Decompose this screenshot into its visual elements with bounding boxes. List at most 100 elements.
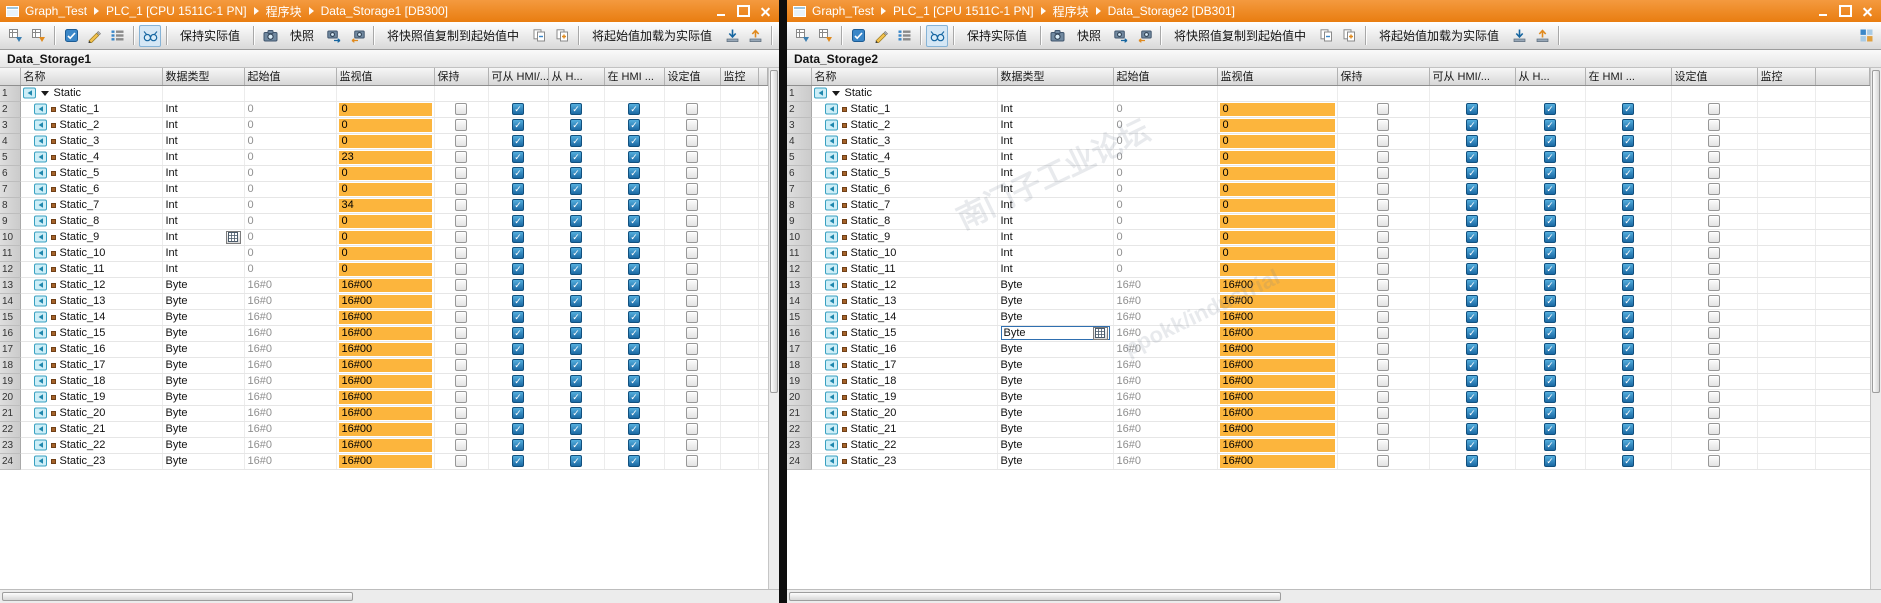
checkbox-writable-from-hmi[interactable]	[570, 359, 582, 372]
start-value-cell[interactable]: 16#0	[244, 277, 337, 294]
checkbox-cell-writable-from-hmi[interactable]	[548, 245, 605, 262]
checkbox-accessible-from-hmi[interactable]	[1466, 151, 1478, 164]
checkbox-cell-setpoint[interactable]	[1671, 101, 1758, 118]
supervision-cell[interactable]	[720, 277, 759, 294]
row-number[interactable]: 16	[787, 325, 812, 342]
data-type-cell[interactable]: Int	[997, 133, 1114, 150]
checkbox-visible-in-hmi[interactable]	[1622, 407, 1634, 420]
data-type-combobox[interactable]: Byte	[1000, 326, 1110, 340]
checkbox-cell-visible-in-hmi[interactable]	[1585, 405, 1672, 422]
checkbox-writable-from-hmi[interactable]	[570, 295, 582, 308]
checkbox-cell-setpoint[interactable]	[664, 85, 721, 102]
checkbox-writable-from-hmi[interactable]	[1544, 359, 1556, 372]
monitor-value-cell[interactable]: 0	[336, 117, 435, 134]
checkbox-cell-accessible-from-hmi[interactable]	[1429, 181, 1516, 198]
name-cell[interactable]: Static_15	[20, 325, 163, 342]
monitor-value-cell[interactable]: 16#00	[1217, 309, 1338, 326]
monitor-value-cell[interactable]: 16#00	[336, 405, 435, 422]
checkbox-cell-writable-from-hmi[interactable]	[548, 421, 605, 438]
detail-view-icon[interactable]	[1855, 25, 1877, 47]
checkbox-cell-setpoint[interactable]	[1671, 181, 1758, 198]
checkbox-visible-in-hmi[interactable]	[1622, 311, 1634, 324]
checkbox-cell-retain[interactable]	[434, 133, 489, 150]
supervision-cell[interactable]	[720, 149, 759, 166]
checkbox-cell-retain[interactable]	[1337, 293, 1430, 310]
start-value-cell[interactable]: 16#0	[1113, 421, 1218, 438]
data-type-cell[interactable]: Int	[997, 197, 1114, 214]
breadcrumb-item[interactable]: 程序块	[266, 3, 302, 20]
checkbox-cell-visible-in-hmi[interactable]	[1585, 229, 1672, 246]
checkbox-cell-retain[interactable]	[434, 277, 489, 294]
checkbox-cell-writable-from-hmi[interactable]	[1515, 213, 1586, 230]
supervision-cell[interactable]	[720, 85, 759, 102]
checkbox-retain[interactable]	[1377, 407, 1389, 420]
checkbox-cell-accessible-from-hmi[interactable]	[1429, 389, 1516, 406]
checkbox-cell-retain[interactable]	[1337, 261, 1430, 278]
checkbox-setpoint[interactable]	[1708, 375, 1720, 388]
checkbox-cell-visible-in-hmi[interactable]	[604, 357, 665, 374]
checkbox-cell-visible-in-hmi[interactable]	[604, 117, 665, 134]
name-cell[interactable]: Static_7	[20, 197, 163, 214]
checkbox-setpoint[interactable]	[686, 439, 698, 452]
checkbox-cell-accessible-from-hmi[interactable]	[488, 117, 549, 134]
checkbox-cell-retain[interactable]	[434, 373, 489, 390]
column-header-setpoint[interactable]: 设定值	[664, 68, 721, 86]
checkbox-cell-retain[interactable]	[1337, 165, 1430, 182]
row-number[interactable]: 17	[0, 341, 21, 358]
column-header-name[interactable]: 名称	[20, 68, 163, 86]
checkbox-cell-setpoint[interactable]	[1671, 437, 1758, 454]
name-cell[interactable]: Static_9	[20, 229, 163, 246]
checkbox-retain[interactable]	[1377, 183, 1389, 196]
checkbox-cell-writable-from-hmi[interactable]	[1515, 373, 1586, 390]
checkbox-cell-setpoint[interactable]	[1671, 373, 1758, 390]
copy-setpoints-icon[interactable]	[551, 25, 573, 47]
checkbox-cell-retain[interactable]	[1337, 357, 1430, 374]
checkbox-cell-visible-in-hmi[interactable]	[604, 133, 665, 150]
start-value-cell[interactable]: 16#0	[244, 341, 337, 358]
monitor-value-cell[interactable]: 0	[1217, 133, 1338, 150]
checkbox-cell-writable-from-hmi[interactable]	[548, 277, 605, 294]
supervision-cell[interactable]	[720, 117, 759, 134]
checkbox-cell-writable-from-hmi[interactable]	[1515, 261, 1586, 278]
checkbox-retain[interactable]	[455, 359, 467, 372]
checkbox-cell-retain[interactable]	[434, 101, 489, 118]
checkbox-cell-writable-from-hmi[interactable]	[1515, 277, 1586, 294]
checkbox-cell-setpoint[interactable]	[1671, 405, 1758, 422]
name-cell[interactable]: Static_1	[20, 101, 163, 118]
checkbox-cell-writable-from-hmi[interactable]	[1515, 325, 1586, 342]
checkbox-cell-setpoint[interactable]	[1671, 229, 1758, 246]
checkbox-accessible-from-hmi[interactable]	[1466, 135, 1478, 148]
name-cell[interactable]: Static_18	[20, 373, 163, 390]
name-cell[interactable]: Static_8	[20, 213, 163, 230]
data-type-cell[interactable]: Byte	[162, 437, 245, 454]
checkbox-setpoint[interactable]	[1708, 119, 1720, 132]
expanded-mode-icon[interactable]	[106, 25, 128, 47]
monitor-value-cell[interactable]: 16#00	[1217, 453, 1338, 470]
checkbox-cell-accessible-from-hmi[interactable]	[1429, 229, 1516, 246]
start-value-cell[interactable]: 0	[244, 133, 337, 150]
checkbox-cell-setpoint[interactable]	[1671, 357, 1758, 374]
copy-snapshot-all-icon[interactable]	[346, 25, 368, 47]
checkbox-cell-writable-from-hmi[interactable]	[1515, 197, 1586, 214]
edit-pencil-icon[interactable]	[83, 25, 105, 47]
checkbox-cell-visible-in-hmi[interactable]	[1585, 213, 1672, 230]
name-cell[interactable]: Static_19	[20, 389, 163, 406]
supervision-cell[interactable]	[720, 229, 759, 246]
checkbox-writable-from-hmi[interactable]	[1544, 455, 1556, 468]
checkbox-setpoint[interactable]	[1708, 183, 1720, 196]
insert-row-icon[interactable]	[4, 25, 26, 47]
checkbox-retain[interactable]	[1377, 295, 1389, 308]
checkbox-visible-in-hmi[interactable]	[1622, 391, 1634, 404]
start-value-cell[interactable]: 16#0	[244, 293, 337, 310]
checkbox-cell-setpoint[interactable]	[1671, 389, 1758, 406]
checkbox-retain[interactable]	[455, 151, 467, 164]
start-value-cell[interactable]: 16#0	[1113, 453, 1218, 470]
checkbox-cell-accessible-from-hmi[interactable]	[1429, 245, 1516, 262]
checkbox-cell-setpoint[interactable]	[664, 181, 721, 198]
name-cell[interactable]: Static_16	[811, 341, 998, 358]
checkbox-cell-visible-in-hmi[interactable]	[604, 405, 665, 422]
column-header-setpoint[interactable]: 设定值	[1671, 68, 1758, 86]
checkbox-cell-writable-from-hmi[interactable]	[548, 181, 605, 198]
snapshot-button[interactable]: 快照	[1069, 25, 1109, 47]
checkbox-setpoint[interactable]	[1708, 135, 1720, 148]
